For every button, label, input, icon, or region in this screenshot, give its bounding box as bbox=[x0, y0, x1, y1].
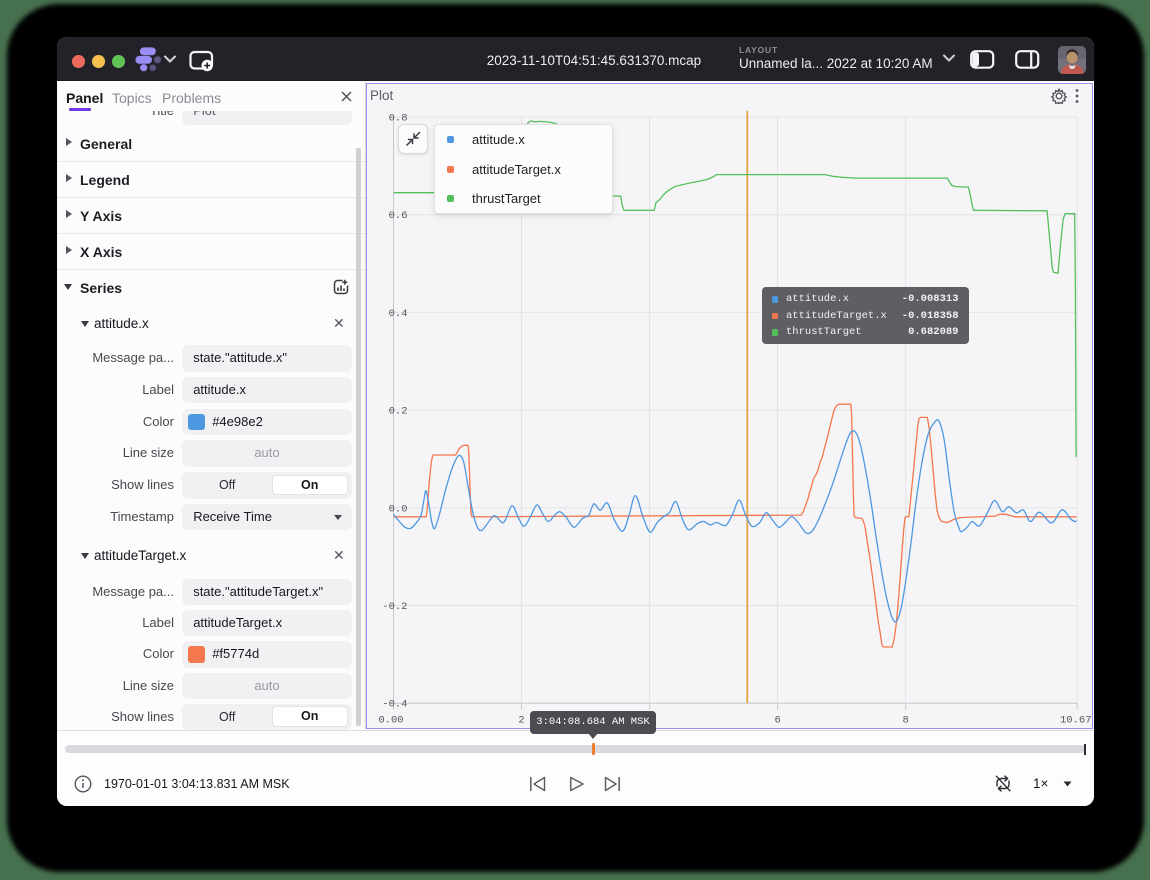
svg-text:0.6: 0.6 bbox=[388, 210, 407, 222]
svg-text:0.8: 0.8 bbox=[388, 113, 407, 125]
svg-text:0.4: 0.4 bbox=[388, 308, 407, 320]
svg-text:-0.4: -0.4 bbox=[382, 699, 407, 711]
svg-text:-0.2: -0.2 bbox=[382, 601, 407, 613]
svg-text:0.0: 0.0 bbox=[388, 503, 407, 515]
svg-text:2: 2 bbox=[518, 715, 524, 727]
svg-text:8: 8 bbox=[902, 715, 908, 727]
svg-text:0.2: 0.2 bbox=[388, 406, 407, 418]
svg-text:0.00: 0.00 bbox=[378, 715, 403, 727]
svg-text:10.67: 10.67 bbox=[1059, 715, 1091, 727]
svg-text:6: 6 bbox=[774, 715, 780, 727]
